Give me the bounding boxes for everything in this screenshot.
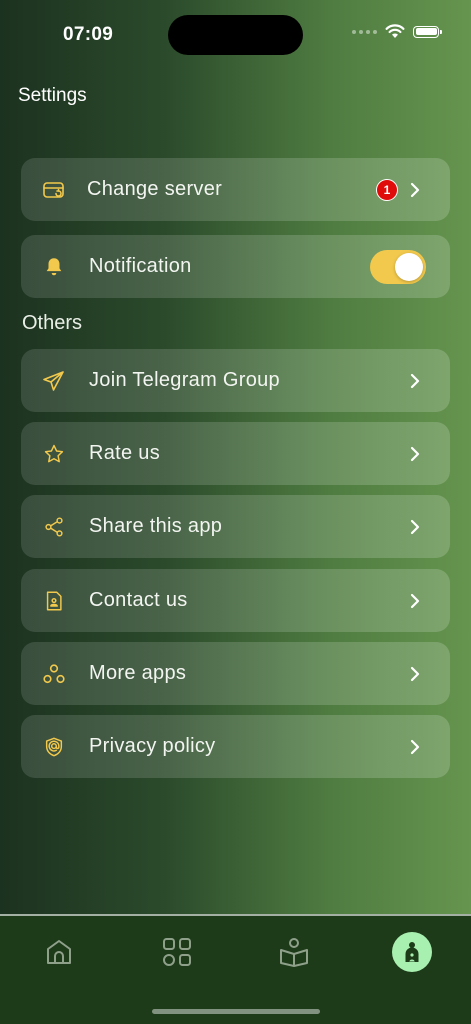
star-icon <box>42 442 66 466</box>
tab-home[interactable] <box>37 930 81 974</box>
home-icon <box>47 940 71 964</box>
chevron-right-icon <box>410 373 420 388</box>
join-telegram-row[interactable]: Join Telegram Group <box>21 349 450 412</box>
notification-badge: 1 <box>376 178 398 201</box>
others-section-title: Others <box>22 312 83 334</box>
telegram-icon <box>42 369 66 393</box>
status-bar: 07:09 <box>0 0 471 70</box>
status-time: 07:09 <box>63 24 114 45</box>
toggle-knob <box>395 252 423 281</box>
notification-label: Notification <box>89 255 192 277</box>
contact-us-label: Contact us <box>89 589 188 611</box>
battery-icon <box>413 25 442 38</box>
home-indicator <box>152 1009 320 1014</box>
privacy-shield-icon <box>42 735 66 759</box>
share-app-row[interactable]: Share this app <box>21 495 450 558</box>
chevron-right-icon <box>410 446 420 461</box>
chevron-right-icon <box>410 519 420 534</box>
privacy-policy-label: Privacy policy <box>89 735 216 757</box>
rate-us-label: Rate us <box>89 442 161 464</box>
more-apps-icon <box>42 662 66 686</box>
rate-us-row[interactable]: Rate us <box>21 422 450 485</box>
share-app-label: Share this app <box>89 515 223 537</box>
contact-icon <box>42 589 66 613</box>
chevron-right-icon <box>410 666 420 681</box>
grid-icon <box>163 938 191 966</box>
bell-icon <box>42 255 66 279</box>
tab-categories[interactable] <box>155 930 199 974</box>
contact-us-row[interactable]: Contact us <box>21 569 450 632</box>
tab-library[interactable] <box>272 930 316 974</box>
dynamic-island <box>168 15 303 55</box>
privacy-policy-row[interactable]: Privacy policy <box>21 715 450 778</box>
chevron-right-icon <box>410 739 420 754</box>
profile-icon <box>405 942 419 962</box>
more-apps-label: More apps <box>89 662 187 684</box>
cellular-signal-icon <box>352 29 377 34</box>
page-title: Settings <box>18 85 87 106</box>
tab-profile[interactable] <box>392 932 432 972</box>
more-apps-row[interactable]: More apps <box>21 642 450 705</box>
status-icons <box>352 24 442 39</box>
chevron-right-icon <box>410 182 420 197</box>
share-icon <box>42 515 66 539</box>
wifi-icon <box>385 24 405 38</box>
join-telegram-label: Join Telegram Group <box>89 369 280 391</box>
book-reader-icon <box>280 938 308 967</box>
change-server-row[interactable]: Change server 1 <box>21 158 450 221</box>
notification-row: Notification <box>21 235 450 298</box>
tab-bar <box>0 914 471 1024</box>
chevron-right-icon <box>410 593 420 608</box>
notification-toggle[interactable] <box>370 249 426 284</box>
change-server-label: Change server <box>87 178 223 200</box>
server-card-icon <box>42 178 66 202</box>
